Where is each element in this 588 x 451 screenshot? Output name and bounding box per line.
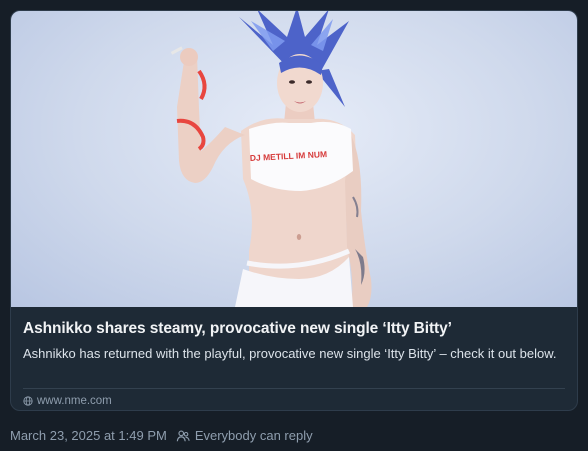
card-link[interactable]: www.nme.com xyxy=(23,395,112,407)
card-divider xyxy=(23,388,565,389)
reply-setting: Everybody can reply xyxy=(176,428,313,443)
card-text-area[interactable]: Ashnikko shares steamy, provocative new … xyxy=(11,307,577,410)
card-title[interactable]: Ashnikko shares steamy, provocative new … xyxy=(23,320,563,338)
people-icon xyxy=(176,430,190,441)
preview-image[interactable]: DJ METILL IM NUM xyxy=(11,11,577,307)
post-meta: March 23, 2025 at 1:49 PM Everybody can … xyxy=(10,428,313,443)
link-preview-card[interactable]: DJ METILL IM NUM Ashnikko shares steamy,… xyxy=(10,10,578,411)
artist-photo-illustration: DJ METILL IM NUM xyxy=(170,11,372,307)
globe-icon xyxy=(23,396,33,406)
card-domain[interactable]: www.nme.com xyxy=(37,395,112,407)
reply-setting-label: Everybody can reply xyxy=(194,428,313,443)
post-timestamp[interactable]: March 23, 2025 at 1:49 PM xyxy=(10,428,167,443)
card-description: Ashnikko has returned with the playful, … xyxy=(23,346,557,361)
